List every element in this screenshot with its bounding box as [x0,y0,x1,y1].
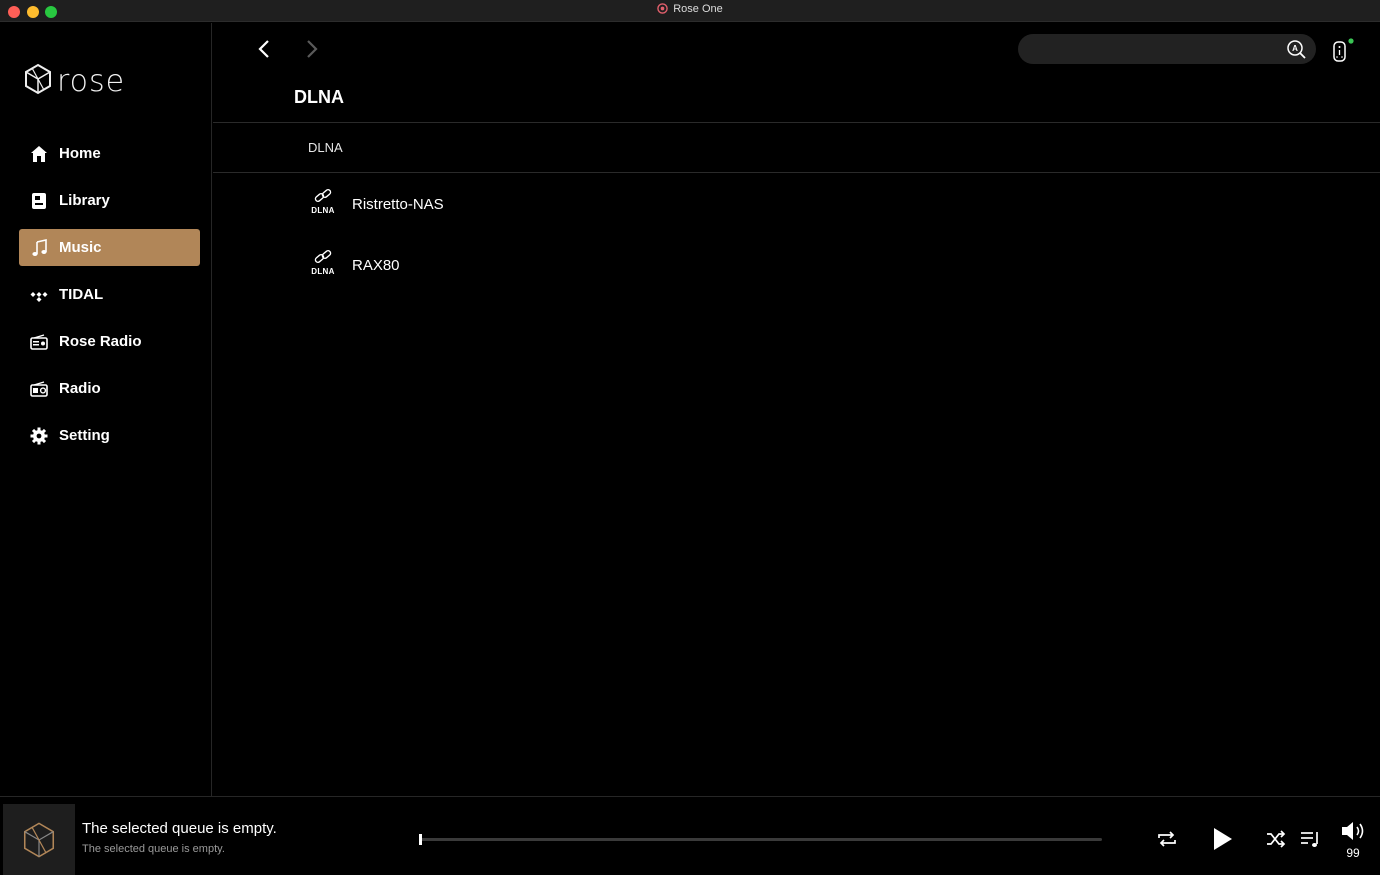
divider [213,122,1380,123]
brand-logo[interactable]: rose [23,63,125,100]
forward-button[interactable] [299,37,323,61]
sidebar-item-rose-radio[interactable]: Rose Radio [19,323,200,360]
rose-logo-icon [23,63,53,100]
page-title: DLNA [294,87,344,107]
brand-logo-text: rose [57,64,126,99]
sidebar-item-label: Music [59,239,102,256]
sidebar-item-music[interactable]: Music [19,229,200,266]
svg-text:A: A [1292,44,1298,53]
window-titlebar: Rose One [0,0,1380,22]
sidebar-item-label: Home [59,145,101,162]
chevron-left-icon [258,40,269,58]
search-icon[interactable]: A [1286,39,1306,59]
sidebar-item-radio[interactable]: Radio [19,370,200,407]
divider [213,172,1380,173]
repeat-button[interactable] [1155,827,1179,851]
device-name: Ristretto-NAS [352,195,444,213]
rose-radio-icon [30,333,48,351]
window-title: Rose One [0,3,1380,17]
list-item-device[interactable]: DLNA Ristretto-NAS [308,184,444,224]
sidebar-item-label: Rose Radio [59,333,142,350]
rose-logo-icon [23,821,55,858]
dlna-link-icon: DLNA [308,187,338,221]
queue-icon [1301,832,1318,847]
radio-icon [30,380,48,398]
sidebar-item-label: Setting [59,427,110,444]
sidebar-item-tidal[interactable]: TIDAL [19,276,200,313]
chevron-right-icon [307,40,318,58]
remote-icon[interactable] [1331,37,1355,63]
queue-button[interactable] [1298,827,1322,851]
volume-button[interactable] [1339,819,1367,843]
breadcrumb[interactable]: DLNA [308,140,343,155]
play-icon [1214,828,1232,850]
sidebar-item-label: Radio [59,380,101,397]
sidebar-item-label: Library [59,192,110,209]
volume-level: 99 [1346,846,1360,860]
play-button[interactable] [1208,825,1236,853]
track-subtitle: The selected queue is empty. [82,843,225,855]
volume-icon [1342,822,1364,840]
list-item-device[interactable]: DLNA RAX80 [308,245,400,285]
progress-knob[interactable] [419,834,422,845]
dlna-tag: DLNA [311,267,335,276]
sidebar-nav: Home Library Music TIDAL Rose Radio Radi… [19,135,200,464]
sidebar-item-label: TIDAL [59,286,104,303]
main-content: A DLNA DLNA DLNA Ristretto-NAS DLNA RAX8… [213,23,1380,796]
tidal-icon [30,286,48,304]
progress-bar[interactable] [419,834,1102,845]
device-name: RAX80 [352,256,400,274]
dlna-tag: DLNA [311,206,335,215]
library-icon [30,192,48,210]
dlna-link-icon: DLNA [308,248,338,282]
music-note-icon [30,238,48,257]
sidebar-item-home[interactable]: Home [19,135,200,172]
album-art[interactable] [3,804,75,875]
sidebar-item-setting[interactable]: Setting [19,417,200,454]
shuffle-button[interactable] [1264,827,1288,851]
search-input[interactable] [1018,34,1316,64]
sidebar: rose Home Library Music TIDAL Rose Radio… [0,23,212,796]
home-icon [30,145,48,163]
track-title: The selected queue is empty. [82,820,277,837]
window-title-text: Rose One [673,3,723,15]
rose-app-icon [657,3,669,17]
sidebar-item-library[interactable]: Library [19,182,200,219]
shuffle-icon [1267,830,1286,848]
back-button[interactable] [253,37,277,61]
repeat-icon [1158,831,1176,847]
gear-icon [30,427,48,445]
player-bar: The selected queue is empty. The selecte… [0,796,1380,875]
